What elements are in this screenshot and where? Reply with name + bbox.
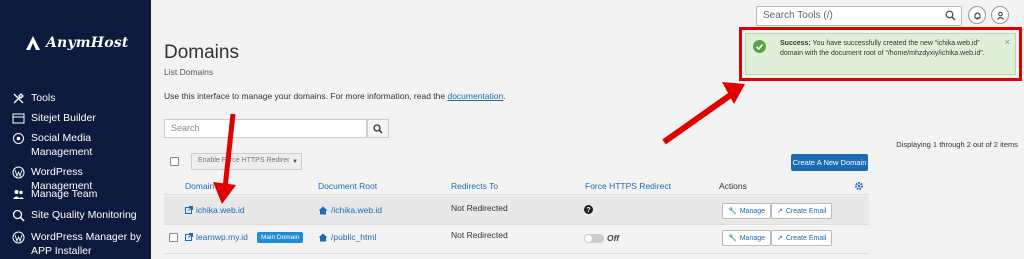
intro-text-end: . bbox=[503, 91, 506, 101]
svg-text:?: ? bbox=[586, 207, 590, 214]
notifications-button[interactable] bbox=[968, 6, 986, 24]
sidebar: AnymHost Tools Sitejet Builder Social Me… bbox=[0, 0, 151, 259]
table-header: Domain ▲ Document Root Redirects To Forc… bbox=[164, 178, 869, 195]
search-icon bbox=[945, 10, 956, 21]
column-document-root[interactable]: Document Root bbox=[318, 181, 377, 191]
enable-force-https-button[interactable]: Enable Force HTTPS Redirect bbox=[191, 153, 301, 170]
tools-icon bbox=[13, 93, 24, 104]
domain-search-placeholder: Search bbox=[171, 123, 200, 133]
table-settings-gear-icon[interactable] bbox=[854, 181, 864, 191]
user-icon bbox=[996, 11, 1004, 20]
home-icon bbox=[318, 206, 328, 214]
sidebar-item-social-media[interactable]: Social Media Management bbox=[12, 131, 146, 159]
create-email-button[interactable]: ↗ Create Email bbox=[771, 230, 833, 246]
column-domain-label: Domain bbox=[185, 181, 215, 191]
external-link-icon bbox=[185, 206, 193, 214]
search-tools-placeholder: Search Tools (/) bbox=[763, 10, 833, 21]
main-domain-badge: Main Domain bbox=[257, 232, 304, 243]
manage-label: Manage bbox=[739, 234, 766, 242]
external-link-icon: ↗ bbox=[777, 208, 783, 215]
logo-mark-icon bbox=[26, 36, 40, 50]
force-https-toggle[interactable]: Off bbox=[584, 233, 619, 243]
documentation-link[interactable]: documentation bbox=[447, 91, 503, 101]
redirect-status: Not Redirected bbox=[451, 230, 508, 240]
bell-icon bbox=[974, 12, 980, 19]
sidebar-item-label: Social Media Management bbox=[31, 132, 93, 158]
sidebar-item-wordpress-manager[interactable]: WordPress Manager by APP Installer bbox=[12, 230, 146, 258]
wordpress-icon bbox=[12, 231, 25, 244]
alert-title: Success: bbox=[780, 40, 811, 47]
monitor-icon bbox=[12, 209, 25, 222]
wrench-icon: 🔧 bbox=[728, 208, 737, 215]
sidebar-item-sitejet[interactable]: Sitejet Builder bbox=[12, 111, 146, 125]
wrench-icon: 🔧 bbox=[728, 235, 737, 242]
check-circle-icon bbox=[753, 40, 766, 53]
question-icon: ? bbox=[584, 205, 593, 214]
select-all-checkbox[interactable] bbox=[170, 157, 179, 166]
enable-force-https-label: Enable Force HTTPS Redirect bbox=[198, 157, 293, 164]
sort-asc-icon: ▲ bbox=[216, 184, 224, 191]
sitejet-icon bbox=[12, 113, 25, 124]
wordpress-icon bbox=[12, 166, 25, 179]
user-menu-button[interactable] bbox=[991, 6, 1009, 24]
sidebar-item-site-quality[interactable]: Site Quality Monitoring bbox=[12, 208, 146, 222]
row-checkbox[interactable] bbox=[169, 233, 178, 242]
create-domain-button[interactable]: Create A New Domain bbox=[791, 154, 868, 171]
chevron-down-icon: ▼ bbox=[292, 158, 298, 165]
intro-text-body: Use this interface to manage your domain… bbox=[164, 91, 448, 101]
pagination-summary: Displaying 1 through 2 out of 2 items bbox=[896, 140, 1018, 149]
create-email-button[interactable]: ↗ Create Email bbox=[771, 203, 833, 219]
domain-link[interactable]: ichika.web.id bbox=[185, 205, 245, 215]
column-force-https[interactable]: Force HTTPS Redirect bbox=[585, 181, 671, 191]
domain-search-input[interactable]: Search bbox=[164, 119, 367, 138]
manage-button[interactable]: 🔧 Manage bbox=[722, 230, 772, 246]
bulk-action-dropdown[interactable]: ▼ bbox=[289, 153, 302, 170]
column-actions: Actions bbox=[719, 181, 747, 191]
sidebar-item-tools[interactable]: Tools bbox=[12, 91, 146, 105]
cpanel-window: AnymHost Tools Sitejet Builder Social Me… bbox=[0, 0, 1024, 259]
intro-text: Use this interface to manage your domain… bbox=[164, 91, 506, 101]
sidebar-item-label: Sitejet Builder bbox=[31, 112, 96, 124]
external-link-icon bbox=[185, 233, 193, 241]
sidebar-item-label: Site Quality Monitoring bbox=[31, 209, 137, 221]
document-root-link[interactable]: /ichika.web.id bbox=[318, 205, 382, 215]
redirect-status: Not Redirected bbox=[451, 203, 508, 213]
domain-search-button[interactable] bbox=[367, 119, 389, 138]
column-redirects-to[interactable]: Redirects To bbox=[451, 181, 498, 191]
sidebar-item-label: WordPress Manager by APP Installer bbox=[31, 231, 142, 257]
sidebar-item-manage-team[interactable]: Manage Team bbox=[12, 187, 146, 201]
search-icon bbox=[373, 123, 383, 134]
sidebar-item-label: Tools bbox=[31, 92, 56, 104]
toggle-state-label: Off bbox=[607, 233, 620, 243]
create-email-label: Create Email bbox=[785, 207, 827, 215]
logo-text: AnymHost bbox=[46, 35, 129, 51]
manage-label: Manage bbox=[739, 207, 766, 215]
social-icon bbox=[13, 133, 24, 144]
search-tools-input[interactable]: Search Tools (/) bbox=[756, 6, 962, 26]
manage-button[interactable]: 🔧 Manage bbox=[722, 203, 772, 219]
column-domain[interactable]: Domain ▲ bbox=[185, 181, 224, 191]
breadcrumb: List Domains bbox=[164, 67, 214, 77]
team-icon bbox=[13, 190, 24, 199]
domain-link[interactable]: learnwp.my.id bbox=[185, 232, 248, 242]
brand-logo[interactable]: AnymHost bbox=[24, 30, 134, 56]
close-icon[interactable]: × bbox=[1005, 37, 1010, 47]
document-root-path: /public_html bbox=[331, 232, 377, 242]
sidebar-item-label: Manage Team bbox=[31, 188, 98, 200]
table-row: learnwp.my.id Main Domain /public_html N… bbox=[164, 225, 869, 254]
help-icon[interactable]: ? bbox=[584, 205, 593, 214]
domain-name: ichika.web.id bbox=[196, 205, 245, 215]
external-link-icon: ↗ bbox=[777, 235, 783, 242]
domain-name: learnwp.my.id bbox=[196, 232, 248, 242]
create-email-label: Create Email bbox=[785, 234, 827, 242]
toggle-switch bbox=[584, 233, 604, 243]
home-icon bbox=[318, 233, 328, 241]
document-root-link[interactable]: /public_html bbox=[318, 232, 376, 242]
alert-body: You have successfully created the new “i… bbox=[780, 40, 985, 57]
document-root-path: /ichika.web.id bbox=[331, 205, 383, 215]
success-alert: Success: You have successfully created t… bbox=[745, 33, 1016, 75]
alert-message: Success: You have successfully created t… bbox=[780, 39, 1000, 59]
page-title: Domains bbox=[164, 42, 239, 63]
table-row: ichika.web.id /ichika.web.id Not Redirec… bbox=[164, 196, 869, 225]
